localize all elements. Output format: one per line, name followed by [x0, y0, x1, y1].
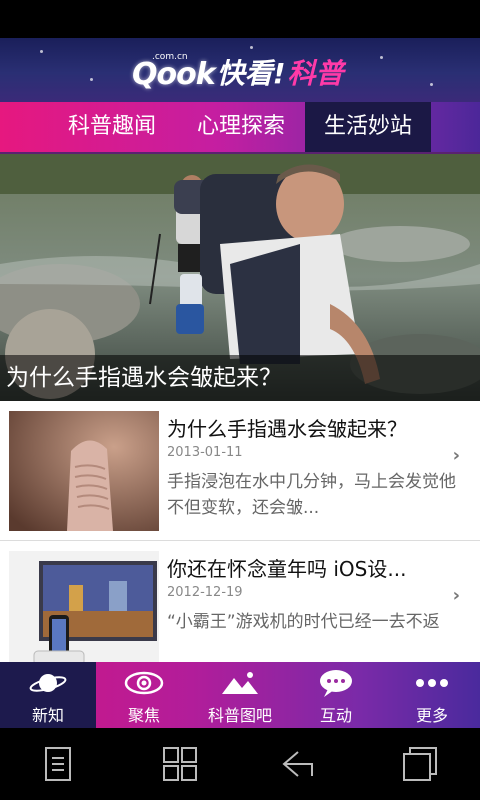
nav-new-knowledge[interactable]: 新知 — [0, 662, 96, 728]
chevron-right-icon: › — [452, 585, 460, 606]
article-description: 手指浸泡在水中几分钟，马上会发觉他不但变软，还会皱... — [167, 472, 456, 518]
sparkle — [380, 56, 383, 59]
tab-science-news[interactable]: 科普趣闻 — [50, 102, 174, 152]
nav-label: 互动 — [319, 706, 352, 725]
chat-bubble-icon — [320, 670, 352, 697]
nav-label: 聚焦 — [127, 706, 160, 725]
logo-domain: .com.cn — [152, 52, 188, 62]
article-title: 你还在怀念童年吗 iOS设... — [167, 557, 407, 581]
mountain-icon — [222, 672, 258, 694]
article-title: 为什么手指遇水会皱起来？ — [167, 417, 407, 441]
nav-science-gallery[interactable]: 科普图吧 — [192, 662, 288, 728]
app-logo: .com.cn Qook 快看! 科普 — [132, 48, 343, 92]
article-date: 2012-12-19 — [167, 585, 243, 600]
article-item[interactable]: 你还在怀念童年吗 iOS设... 2012-12-19 › “小霸王”游戏机的时… — [0, 540, 480, 662]
article-date: 2013-01-11 — [167, 445, 243, 460]
sparkle — [430, 83, 433, 86]
category-tabs: 科普趣闻 心理探索 生活妙站 — [0, 102, 480, 154]
tab-psychology[interactable]: 心理探索 — [180, 102, 302, 152]
nav-label: 新知 — [31, 706, 64, 725]
article-item[interactable]: 为什么手指遇水会皱起来？ 2013-01-11 › 手指浸泡在水中几分钟，马上会… — [0, 401, 480, 540]
system-navigation-bar — [0, 728, 480, 800]
article-description: “小霸王”游戏机的时代已经一去不返 — [167, 612, 440, 632]
bottom-navigation: 新知 聚焦 科普图吧 互动 更多 — [0, 662, 480, 728]
nav-label: 更多 — [415, 706, 448, 725]
article-thumbnail — [9, 551, 159, 662]
nav-more[interactable]: 更多 — [384, 662, 480, 728]
tab-life-tips[interactable]: 生活妙站 — [305, 102, 431, 152]
hero-caption: 为什么手指遇水会皱起来？ — [0, 355, 480, 401]
sparkle — [40, 50, 43, 53]
hero-banner[interactable]: 为什么手指遇水会皱起来？ — [0, 154, 480, 401]
app-header: .com.cn Qook 快看! 科普 — [0, 38, 480, 102]
chevron-right-icon: › — [452, 445, 460, 466]
article-list: 为什么手指遇水会皱起来？ 2013-01-11 › 手指浸泡在水中几分钟，马上会… — [0, 401, 480, 662]
status-bar — [0, 0, 480, 38]
back-icon[interactable] — [278, 744, 318, 784]
recents-icon[interactable] — [400, 744, 440, 784]
eye-icon — [124, 671, 164, 695]
apps-grid-icon[interactable] — [160, 744, 200, 784]
nav-label: 科普图吧 — [207, 706, 272, 725]
logo-brand: Qook — [132, 57, 216, 92]
nav-focus[interactable]: 聚焦 — [96, 662, 192, 728]
more-dots-icon — [416, 679, 448, 687]
sparkle — [90, 78, 93, 81]
logo-name-part1: 快看! — [216, 57, 286, 90]
article-thumbnail — [9, 411, 159, 531]
logo-name-part2: 科普 — [287, 57, 344, 90]
menu-icon[interactable] — [38, 744, 78, 784]
planet-icon — [29, 674, 67, 692]
nav-interaction[interactable]: 互动 — [288, 662, 384, 728]
